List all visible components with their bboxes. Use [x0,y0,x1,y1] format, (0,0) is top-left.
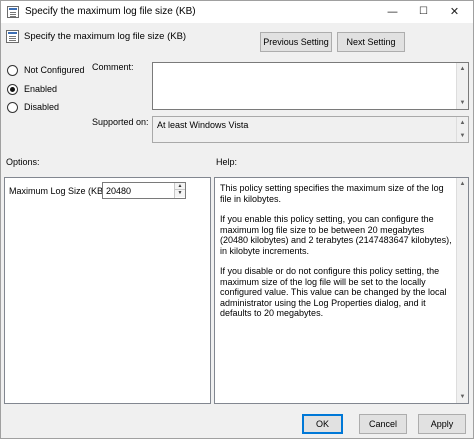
supported-on-value: At least Windows Vista [157,120,249,130]
policy-setting-icon [6,30,19,43]
policy-setting-icon [7,6,19,18]
title-bar[interactable]: Specify the maximum log file size (KB) —… [1,1,473,23]
scroll-down-icon[interactable]: ▼ [457,130,468,142]
setting-title: Specify the maximum log file size (KB) [24,31,187,42]
spin-up-icon[interactable]: ▲ [175,183,185,190]
ok-button[interactable]: OK [302,414,343,434]
help-pane: This policy setting specifies the maximu… [214,177,469,404]
max-log-size-stepper[interactable]: 20480 ▲ ▼ [102,182,186,199]
comment-label: Comment: [92,62,134,72]
radio-label: Disabled [24,102,60,112]
minimize-button[interactable]: — [377,1,408,23]
previous-setting-button[interactable]: Previous Setting [260,32,332,52]
next-setting-button[interactable]: Next Setting [337,32,405,52]
supported-on-field: At least Windows Vista ▲ ▼ [152,116,469,143]
radio-button[interactable] [7,83,18,95]
cancel-button[interactable]: Cancel [359,414,407,434]
spin-down-icon[interactable]: ▼ [175,190,185,197]
radio-button[interactable] [7,64,18,76]
options-pane [4,177,211,404]
help-paragraph: If you disable or do not configure this … [220,266,447,318]
policy-dialog: Specify the maximum log file size (KB) —… [0,0,474,439]
max-log-size-label: Maximum Log Size (KB) [9,186,107,196]
supported-on-label: Supported on: [92,117,149,127]
scroll-up-icon[interactable]: ▲ [457,178,468,190]
close-button[interactable]: ✕ [439,1,470,23]
help-label: Help: [216,157,238,167]
window-title: Specify the maximum log file size (KB) [25,6,196,17]
radio-not-configured[interactable]: Not Configured [7,63,85,77]
scroll-down-icon[interactable]: ▼ [457,391,468,403]
help-scrollbar[interactable]: ▲ ▼ [456,178,468,403]
comment-scrollbar[interactable]: ▲ ▼ [456,63,468,109]
radio-disabled[interactable]: Disabled [7,100,59,114]
options-label: Options: [6,157,40,167]
maximize-button[interactable]: ☐ [408,1,439,23]
comment-field[interactable]: ▲ ▼ [152,62,469,110]
help-paragraph: If you enable this policy setting, you c… [220,214,452,256]
max-log-size-value[interactable]: 20480 [106,186,131,196]
radio-enabled[interactable]: Enabled [7,82,57,96]
supported-scrollbar[interactable]: ▲ ▼ [456,117,468,142]
radio-label: Not Configured [24,65,85,75]
scroll-up-icon[interactable]: ▲ [457,63,468,75]
scroll-up-icon[interactable]: ▲ [457,117,468,129]
help-paragraph: This policy setting specifies the maximu… [220,183,444,204]
apply-button[interactable]: Apply [418,414,466,434]
radio-button[interactable] [7,101,18,113]
scroll-down-icon[interactable]: ▼ [457,97,468,109]
radio-label: Enabled [24,84,58,94]
